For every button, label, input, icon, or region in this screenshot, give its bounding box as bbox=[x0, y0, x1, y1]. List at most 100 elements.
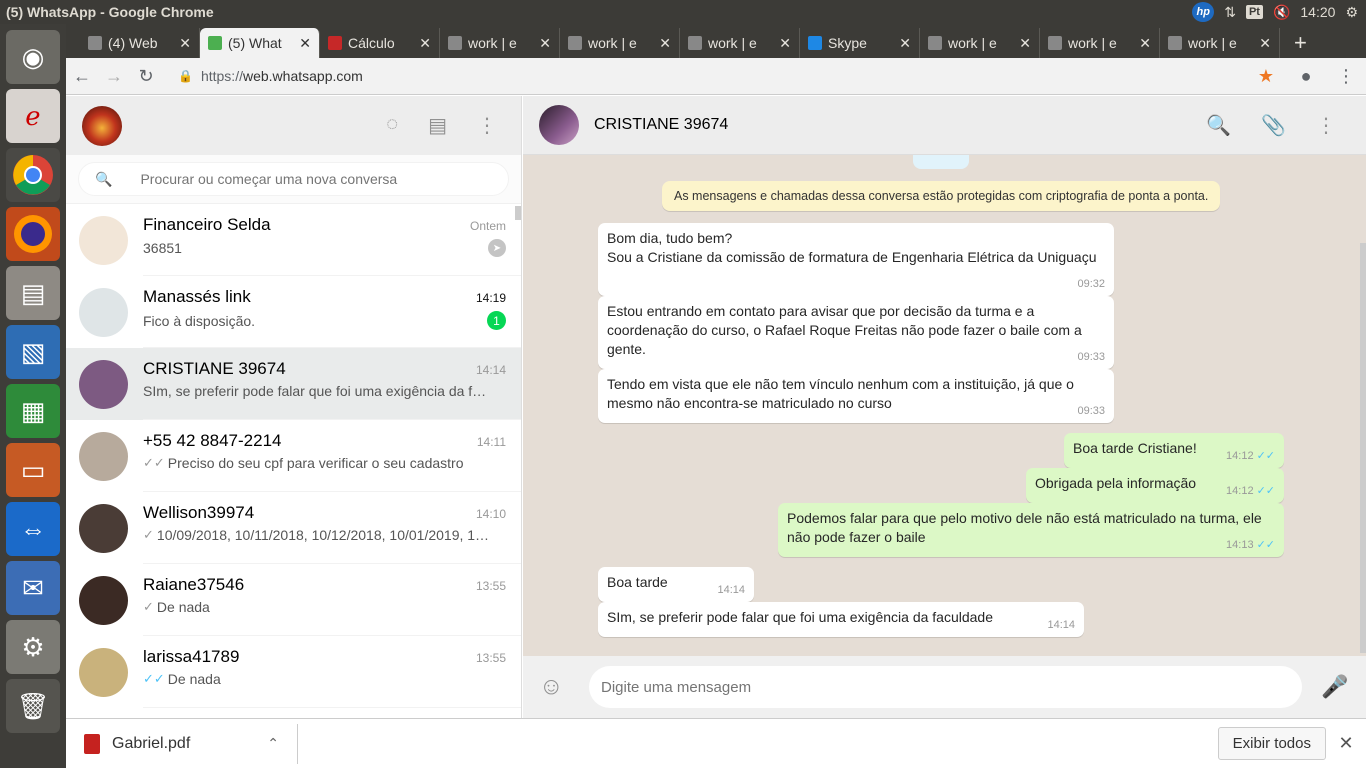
chat-preview: 36851 bbox=[143, 240, 182, 256]
microphone-icon[interactable]: 🎤 bbox=[1320, 674, 1350, 700]
browser-tab[interactable]: (5) What ✕ bbox=[200, 28, 320, 58]
keyboard-language[interactable]: Pt bbox=[1245, 5, 1263, 19]
tab-close-icon[interactable]: ✕ bbox=[419, 35, 431, 52]
incoming-message[interactable]: Tendo em vista que ele não tem vínculo n… bbox=[598, 369, 1114, 423]
window-title: (5) WhatsApp - Google Chrome bbox=[6, 4, 214, 20]
avatar[interactable] bbox=[79, 431, 128, 481]
files-icon[interactable]: ▤ bbox=[6, 266, 60, 320]
search-messages-icon[interactable]: 🔍 bbox=[1206, 113, 1231, 138]
browser-tab[interactable]: (4) Web ✕ bbox=[80, 28, 200, 58]
menu-icon[interactable]: ⋮ bbox=[477, 113, 497, 138]
avatar[interactable] bbox=[79, 287, 128, 337]
avatar[interactable] bbox=[79, 575, 128, 625]
ubuntu-dash-icon[interactable]: ◉ bbox=[6, 30, 60, 84]
lock-icon[interactable]: 🔒 bbox=[178, 69, 193, 83]
download-item[interactable]: Gabriel.pdf ⌃ bbox=[66, 723, 298, 764]
browser-tab[interactable]: work | e ✕ bbox=[560, 28, 680, 58]
chevron-up-icon[interactable]: ⌃ bbox=[267, 735, 279, 752]
message-text: Sou a Cristiane da comissão de formatura… bbox=[607, 249, 1097, 265]
status-icon[interactable]: ◌ bbox=[386, 113, 398, 138]
chat-list-item[interactable]: Manassés link 14:19 Fico à disposição. 1 bbox=[66, 276, 521, 348]
my-avatar[interactable] bbox=[82, 105, 122, 146]
chat-time: 13:55 bbox=[475, 579, 506, 593]
sidebar-scrollbar[interactable] bbox=[515, 206, 521, 220]
downloads-bar: Gabriel.pdf ⌃ Exibir todos ✕ bbox=[66, 718, 1366, 768]
show-all-button[interactable]: Exibir todos bbox=[1217, 727, 1326, 760]
incoming-message[interactable]: SIm, se preferir pode falar que foi uma … bbox=[598, 602, 1084, 637]
chat-list-item[interactable]: Financeiro Selda Ontem 36851 ➤ bbox=[66, 204, 521, 276]
search-input[interactable] bbox=[140, 171, 501, 187]
tab-close-icon[interactable]: ✕ bbox=[899, 35, 911, 52]
outgoing-message[interactable]: Obrigada pela informação 14:12 ✓✓ bbox=[1026, 468, 1284, 503]
settings-gear-icon[interactable]: ⚙ bbox=[1345, 4, 1358, 21]
browser-tab[interactable]: Cálculo ✕ bbox=[320, 28, 440, 58]
new-chat-icon[interactable]: ▤ bbox=[428, 113, 447, 138]
tab-close-icon[interactable]: ✕ bbox=[299, 35, 311, 52]
browser-tab[interactable]: Skype ✕ bbox=[800, 28, 920, 58]
pdf-reader-icon[interactable]: ℯ bbox=[6, 89, 60, 143]
browser-tab[interactable]: work | e ✕ bbox=[1160, 28, 1280, 58]
chat-name: Raiane37546 bbox=[143, 575, 245, 594]
chat-list-item[interactable]: Wellison39974 14:10 ✓ 10/09/2018, 10/11/201… bbox=[66, 492, 521, 564]
conversation-scrollbar[interactable] bbox=[1360, 243, 1366, 653]
close-icon[interactable]: ✕ bbox=[1326, 733, 1366, 754]
tab-close-icon[interactable]: ✕ bbox=[1019, 35, 1031, 52]
new-tab-button[interactable]: + bbox=[1280, 28, 1321, 58]
reload-icon[interactable]: ↻ bbox=[130, 66, 162, 87]
search-icon[interactable]: 🔍 bbox=[95, 171, 112, 188]
spreadsheet-icon[interactable]: ▦ bbox=[6, 384, 60, 438]
emoji-icon[interactable]: ☺ bbox=[539, 673, 589, 701]
avatar[interactable] bbox=[79, 215, 128, 265]
tab-close-icon[interactable]: ✕ bbox=[1139, 35, 1151, 52]
message-input[interactable] bbox=[601, 678, 1302, 696]
incoming-message[interactable]: Boa tarde 14:14 bbox=[598, 567, 754, 602]
tab-title: work | e bbox=[468, 35, 517, 51]
network-icon[interactable]: ⇅ bbox=[1224, 4, 1236, 21]
image-viewer-icon[interactable]: ▧ bbox=[6, 325, 60, 379]
browser-tab[interactable]: work | e ✕ bbox=[1040, 28, 1160, 58]
avatar[interactable] bbox=[79, 503, 128, 553]
tab-close-icon[interactable]: ✕ bbox=[179, 35, 191, 52]
bookmark-star-icon[interactable]: ★ bbox=[1246, 66, 1286, 87]
contact-name[interactable]: CRISTIANE 39674 bbox=[594, 116, 1206, 134]
tab-close-icon[interactable]: ✕ bbox=[539, 35, 551, 52]
system-settings-icon[interactable]: ⚙ bbox=[6, 620, 60, 674]
profile-icon[interactable]: ● bbox=[1286, 66, 1326, 87]
page-icon bbox=[568, 36, 582, 50]
trash-icon[interactable]: 🗑 bbox=[6, 679, 60, 733]
presentation-icon[interactable]: ▭ bbox=[6, 443, 60, 497]
address-bar[interactable]: 🔒 https://web.whatsapp.com bbox=[162, 68, 1246, 84]
chat-list-item[interactable]: larissa41789 13:55 ✓✓ De nada bbox=[66, 636, 521, 708]
chrome-icon[interactable] bbox=[6, 148, 60, 202]
incoming-message[interactable]: Estou entrando em contato para avisar qu… bbox=[598, 296, 1114, 369]
conversation-menu-icon[interactable]: ⋮ bbox=[1316, 113, 1336, 138]
forward-icon[interactable]: → bbox=[98, 66, 130, 87]
incoming-message[interactable]: Bom dia, tudo bem? Sou a Cristiane da com… bbox=[598, 223, 1114, 296]
outgoing-message[interactable]: Podemos falar para que pelo motivo dele … bbox=[778, 503, 1284, 557]
contact-avatar[interactable] bbox=[539, 105, 579, 145]
chat-time: 14:14 bbox=[475, 363, 506, 377]
chat-list-item[interactable]: +55 42 8847-2214 14:11 ✓✓ Preciso do seu cp… bbox=[66, 420, 521, 492]
browser-tab[interactable]: work | e ✕ bbox=[680, 28, 800, 58]
hp-icon[interactable]: hp bbox=[1192, 2, 1215, 22]
outgoing-message[interactable]: Boa tarde Cristiane! 14:12 ✓✓ bbox=[1064, 433, 1284, 468]
browser-tab[interactable]: work | e ✕ bbox=[920, 28, 1040, 58]
browser-tab[interactable]: work | e ✕ bbox=[440, 28, 560, 58]
teamviewer-icon[interactable]: ⇔ bbox=[6, 502, 60, 556]
tab-close-icon[interactable]: ✕ bbox=[779, 35, 791, 52]
avatar[interactable] bbox=[79, 359, 128, 409]
chrome-menu-icon[interactable]: ⋮ bbox=[1326, 66, 1366, 87]
clock[interactable]: 14:20 bbox=[1300, 4, 1335, 20]
chat-list-item[interactable]: CRISTIANE 39674 14:14 SIm, se preferir pod… bbox=[66, 348, 521, 420]
tab-close-icon[interactable]: ✕ bbox=[1259, 35, 1271, 52]
page-icon bbox=[1168, 36, 1182, 50]
encryption-notice[interactable]: As mensagens e chamadas dessa conversa e… bbox=[662, 181, 1221, 211]
volume-muted-icon[interactable]: 🔇 bbox=[1273, 4, 1290, 21]
attach-icon[interactable]: 📎 bbox=[1261, 113, 1286, 138]
firefox-icon[interactable] bbox=[6, 207, 60, 261]
avatar[interactable] bbox=[79, 647, 128, 697]
thunderbird-icon[interactable]: ✉ bbox=[6, 561, 60, 615]
back-icon[interactable]: ← bbox=[66, 66, 98, 87]
chat-list-item[interactable]: Raiane37546 13:55 ✓ De nada bbox=[66, 564, 521, 636]
tab-close-icon[interactable]: ✕ bbox=[659, 35, 671, 52]
